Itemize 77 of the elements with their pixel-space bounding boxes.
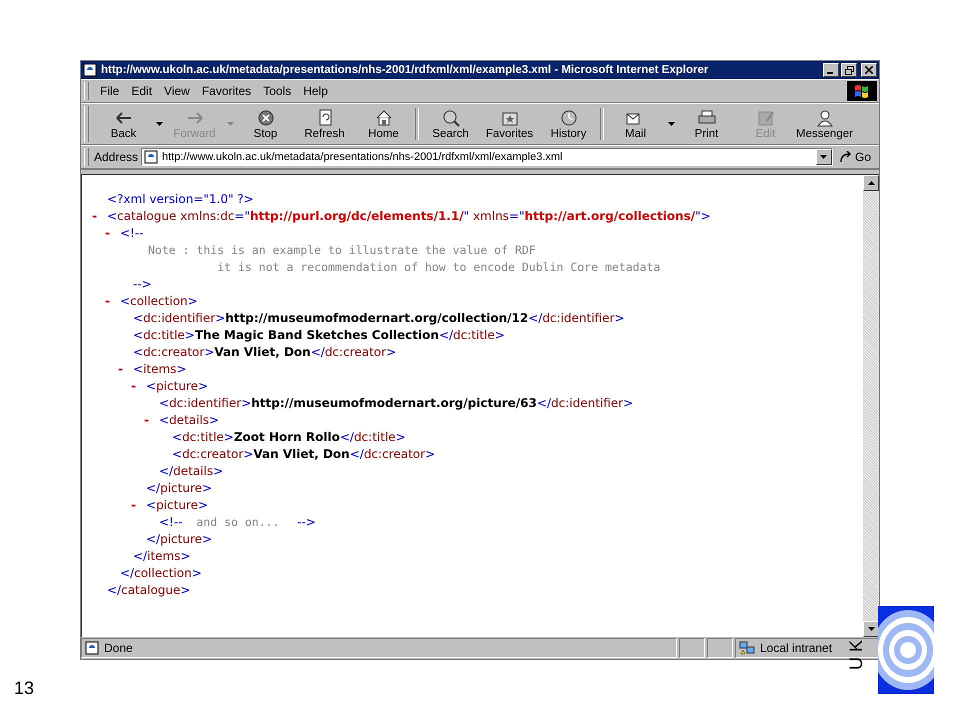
- history-button[interactable]: History: [539, 105, 598, 143]
- restore-icon: [844, 66, 854, 74]
- caret-icon: [226, 122, 234, 126]
- caret-icon: [820, 155, 828, 159]
- back-button[interactable]: Back: [94, 105, 153, 143]
- code-line: </collection>: [120, 566, 202, 580]
- code-line: <dc:creator>Van Vliet, Don</dc:creator>: [133, 344, 396, 358]
- code-line: <dc:identifier>http://museumofmodernart.org/picture/63</dc:identifier>: [159, 396, 634, 410]
- menu-item[interactable]: Tools: [257, 84, 298, 98]
- code-line: <?xml version="1.0" ?>: [107, 192, 254, 206]
- window-title: http://www.ukoln.ac.uk/metadata/presentations/nhs-2001/rdfxml/xml/example3.xml - Microsoft Internet Explorer: [101, 64, 710, 76]
- code-line: <dc:title>The Magic Band Sketches Collection</dc:title>: [133, 328, 505, 342]
- close-icon: [865, 66, 873, 74]
- maximize-button[interactable]: [841, 63, 857, 77]
- code-line: </picture>: [146, 480, 212, 494]
- code-line: <details>: [159, 412, 220, 426]
- address-field[interactable]: http://www.ukoln.ac.uk/metadata/presentations/nhs-2001/rdfxml/xml/example3.xml: [141, 148, 833, 166]
- caret-icon: [668, 122, 674, 126]
- search-button[interactable]: Search: [421, 105, 480, 143]
- flag-icon: [847, 81, 877, 101]
- address-label: Address: [94, 150, 138, 164]
- code-line: <dc:identifier>http://museumofmodernart.org/collection/12</dc:identifier>: [133, 310, 624, 324]
- code-line: <!-- and so on... -->: [159, 514, 316, 528]
- code-line: <!--: [120, 226, 144, 240]
- collapse-toggle[interactable]: -: [131, 498, 136, 512]
- code-line: <items>: [133, 362, 186, 376]
- code-line: <dc:creator>Van Vliet, Don</dc:creator>: [172, 446, 436, 460]
- code-line: </items>: [133, 548, 191, 562]
- menu-item[interactable]: File: [94, 84, 126, 98]
- scroll-up-button[interactable]: [863, 175, 879, 191]
- down-arrow-icon: [868, 627, 874, 631]
- messenger-button[interactable]: Messenger: [795, 105, 854, 143]
- code-line: <catalogue xmlns:dc="http://purl.org/dc/elements/1.1/" xmlns="http://art.org/collections/">: [107, 208, 711, 222]
- page-icon: [144, 150, 158, 164]
- menu-item[interactable]: Help: [297, 84, 334, 98]
- home-button[interactable]: Home: [354, 105, 413, 143]
- code-line: <picture>: [146, 498, 208, 512]
- logo-text: U K: [846, 640, 866, 670]
- scroll-down-button[interactable]: [863, 621, 879, 637]
- network-icon: [739, 641, 755, 655]
- code-line: <dc:title>Zoot Horn Rollo</dc:title>: [172, 430, 406, 444]
- code-line: </details>: [159, 464, 224, 478]
- collapse-toggle[interactable]: -: [105, 294, 110, 308]
- comment-line: it is not a recommendation of how to encode Dublin Core metadata: [216, 260, 660, 274]
- go-button[interactable]: Go: [832, 150, 879, 164]
- code-line: <picture>: [146, 378, 208, 392]
- collapse-toggle[interactable]: -: [144, 412, 149, 426]
- page-icon: [83, 63, 97, 77]
- favorites-button[interactable]: Favorites: [480, 105, 539, 143]
- code-line: </catalogue>: [107, 582, 190, 596]
- collapse-toggle[interactable]: -: [131, 378, 136, 392]
- collapse-toggle[interactable]: -: [92, 208, 97, 222]
- dropdown-button[interactable]: [816, 149, 832, 165]
- stop-button[interactable]: Stop: [236, 105, 295, 143]
- code-line: <collection>: [120, 294, 198, 308]
- collapse-toggle[interactable]: -: [118, 362, 123, 376]
- menu-item[interactable]: Edit: [125, 84, 158, 98]
- go-arrow-icon: [838, 151, 853, 163]
- code-line: -->: [133, 276, 152, 290]
- collapse-toggle[interactable]: -: [105, 226, 110, 240]
- comment-line: Note : this is an example to illustrate the value of RDF: [147, 242, 536, 256]
- close-button[interactable]: [861, 63, 877, 77]
- print-button[interactable]: Print: [677, 105, 736, 143]
- up-arrow-icon: [868, 181, 874, 185]
- menu-item[interactable]: Favorites: [196, 84, 258, 98]
- code-line: </picture>: [146, 532, 212, 546]
- caret-icon: [156, 122, 162, 126]
- zone-text: Local intranet: [760, 641, 832, 655]
- page-icon: [85, 641, 99, 655]
- status-text: Done: [104, 641, 133, 655]
- printer-icon: [696, 108, 718, 126]
- minimize-button[interactable]: [823, 63, 839, 77]
- scrollbar[interactable]: [863, 175, 879, 637]
- menu-item[interactable]: View: [158, 84, 196, 98]
- refresh-button[interactable]: Refresh: [295, 105, 354, 143]
- page-number: 13: [14, 678, 34, 699]
- mail-button[interactable]: Mail: [606, 105, 665, 143]
